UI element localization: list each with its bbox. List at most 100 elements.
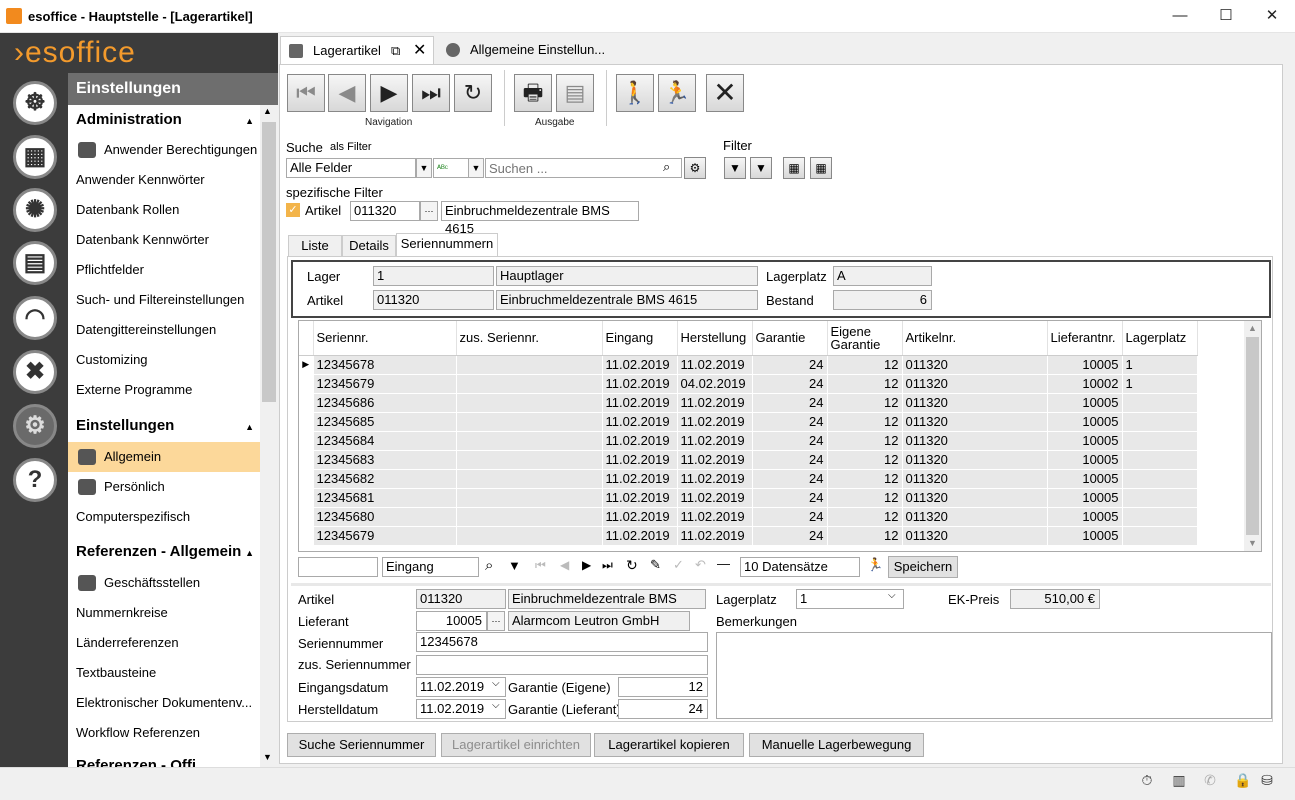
table-cell[interactable]: 11.02.2019: [677, 431, 753, 451]
module-icon-6[interactable]: ⚙: [13, 404, 57, 448]
table-cell[interactable]: 11.02.2019: [677, 450, 753, 470]
maximize-button[interactable]: ☐: [1203, 0, 1249, 32]
grid-scroll-down-icon[interactable]: ▼: [1248, 538, 1257, 548]
collapse-caret-icon[interactable]: ▲: [245, 422, 254, 432]
table-cell[interactable]: 11.02.2019: [602, 393, 678, 413]
table-cell[interactable]: 011320: [902, 374, 1048, 394]
table-cell[interactable]: 12345685: [313, 412, 457, 432]
table-cell[interactable]: 1: [1122, 355, 1198, 375]
table-cell[interactable]: 11.02.2019: [602, 450, 678, 470]
menu-item[interactable]: Customizing: [68, 345, 260, 375]
table-cell[interactable]: [1122, 488, 1198, 508]
lagerartikel-einrichten-button[interactable]: Lagerartikel einrichten: [441, 733, 591, 757]
table-cell[interactable]: 10005: [1047, 507, 1123, 527]
close-panel-button[interactable]: ✕: [706, 74, 744, 112]
search-settings-gear-icon[interactable]: ⚙: [684, 157, 706, 179]
table-cell[interactable]: 12: [827, 431, 903, 451]
export-button[interactable]: ▤: [556, 74, 594, 112]
collapse-caret-icon[interactable]: ▲: [245, 548, 254, 558]
walk-icon-button[interactable]: 🚶: [616, 74, 654, 112]
table-cell[interactable]: 24: [752, 526, 828, 546]
table-row[interactable]: 12345680 11.02.2019 11.02.2019 24 12 011320 10…: [299, 507, 1198, 527]
tab-liste[interactable]: Liste: [288, 235, 342, 257]
table-cell[interactable]: 11.02.2019: [602, 431, 678, 451]
stopwatch-icon[interactable]: ⏱: [1138, 772, 1156, 790]
check-icon[interactable]: ✓: [673, 557, 684, 573]
close-tab-icon[interactable]: ✕: [413, 37, 426, 65]
menu-section-title[interactable]: Referenzen - Allgemein: [76, 543, 241, 560]
ellipsis-button[interactable]: ⋯: [487, 611, 505, 631]
table-cell[interactable]: [1122, 431, 1198, 451]
table-cell[interactable]: 12: [827, 393, 903, 413]
table-row[interactable]: 12345685 11.02.2019 11.02.2019 24 12 011320 10…: [299, 412, 1198, 432]
table-cell[interactable]: 10005: [1047, 469, 1123, 489]
filter-grid-icon[interactable]: ▦: [783, 157, 805, 179]
search-mode-select[interactable]: ᴬᴮᶜ: [433, 158, 469, 178]
table-cell[interactable]: 011320: [902, 526, 1048, 546]
menu-section-title[interactable]: Administration: [76, 111, 182, 128]
table-cell[interactable]: 11.02.2019: [677, 526, 753, 546]
menu-item[interactable]: Externe Programme: [68, 375, 260, 405]
menu-item[interactable]: Persönlich: [68, 472, 260, 502]
table-cell[interactable]: 011320: [902, 469, 1048, 489]
lock-icon[interactable]: 🔒: [1234, 772, 1252, 790]
popout-icon[interactable]: ⧉: [391, 37, 400, 65]
table-cell[interactable]: 10005: [1047, 526, 1123, 546]
table-cell[interactable]: 24: [752, 374, 828, 394]
table-cell[interactable]: 10005: [1047, 431, 1123, 451]
table-cell[interactable]: [456, 374, 603, 394]
chevron-down-icon[interactable]: ▼: [468, 158, 484, 178]
collapse-caret-icon[interactable]: ▲: [245, 116, 254, 126]
search-input[interactable]: [485, 158, 682, 178]
table-cell[interactable]: 11.02.2019: [677, 412, 753, 432]
table-cell[interactable]: 011320: [902, 393, 1048, 413]
table-cell[interactable]: 011320: [902, 412, 1048, 432]
table-cell[interactable]: 10005: [1047, 488, 1123, 508]
table-cell[interactable]: 11.02.2019: [677, 393, 753, 413]
menu-scroll-thumb[interactable]: [262, 122, 276, 402]
table-cell[interactable]: [1122, 526, 1198, 546]
module-icon-4[interactable]: ◠: [13, 296, 57, 340]
grid-search-input[interactable]: [298, 557, 378, 577]
table-cell[interactable]: 10005: [1047, 393, 1123, 413]
table-cell[interactable]: 12345681: [313, 488, 457, 508]
zus-seriennummer-input[interactable]: [416, 655, 708, 675]
serial-number-grid[interactable]: Seriennr. zus. Seriennr. Eingang Herstellun…: [298, 320, 1262, 552]
phone-icon[interactable]: ✆: [1201, 772, 1219, 790]
column-header[interactable]: Herstellung: [677, 321, 753, 356]
grid-search-column[interactable]: Eingang: [382, 557, 479, 577]
refresh-button[interactable]: ↻: [454, 74, 492, 112]
table-cell[interactable]: 12: [827, 450, 903, 470]
table-cell[interactable]: 11.02.2019: [602, 488, 678, 508]
menu-item[interactable]: Allgemein: [68, 442, 260, 472]
table-cell[interactable]: 12345680: [313, 507, 457, 527]
table-cell[interactable]: 11.02.2019: [677, 469, 753, 489]
module-icon-7[interactable]: ?: [13, 458, 57, 502]
menu-item[interactable]: Datenbank Kennwörter: [68, 225, 260, 255]
table-cell[interactable]: 12: [827, 355, 903, 375]
menu-scroll-down-icon[interactable]: ▼: [263, 752, 272, 762]
undo-icon[interactable]: ↶: [695, 557, 706, 573]
table-cell[interactable]: 12: [827, 488, 903, 508]
table-cell[interactable]: 10002: [1047, 374, 1123, 394]
table-cell[interactable]: 11.02.2019: [677, 507, 753, 527]
table-cell[interactable]: 011320: [902, 450, 1048, 470]
print-button[interactable]: 🖶: [514, 74, 552, 112]
tab-details[interactable]: Details: [342, 235, 396, 257]
table-cell[interactable]: 12: [827, 507, 903, 527]
suche-seriennummer-button[interactable]: Suche Seriennummer: [287, 733, 436, 757]
table-row[interactable]: 12345684 11.02.2019 11.02.2019 24 12 011320 10…: [299, 431, 1198, 451]
filter-edit-funnel-icon[interactable]: ▼: [750, 157, 772, 179]
table-cell[interactable]: 11.02.2019: [602, 526, 678, 546]
table-cell[interactable]: 12345682: [313, 469, 457, 489]
chevron-down-icon[interactable]: ⌵: [492, 700, 500, 711]
tab-allgemeine-einstellungen[interactable]: Allgemeine Einstellun...: [438, 36, 618, 64]
table-cell[interactable]: 011320: [902, 488, 1048, 508]
ellipsis-button[interactable]: ⋯: [420, 201, 438, 221]
edit-pencil-icon[interactable]: ✎: [650, 557, 661, 573]
database-icon[interactable]: ⛁: [1258, 772, 1276, 790]
search-icon[interactable]: ⌕: [663, 159, 670, 175]
table-cell[interactable]: [456, 393, 603, 413]
table-row[interactable]: 12345683 11.02.2019 11.02.2019 24 12 011320 10…: [299, 450, 1198, 470]
bemerkungen-textarea[interactable]: [716, 632, 1272, 719]
